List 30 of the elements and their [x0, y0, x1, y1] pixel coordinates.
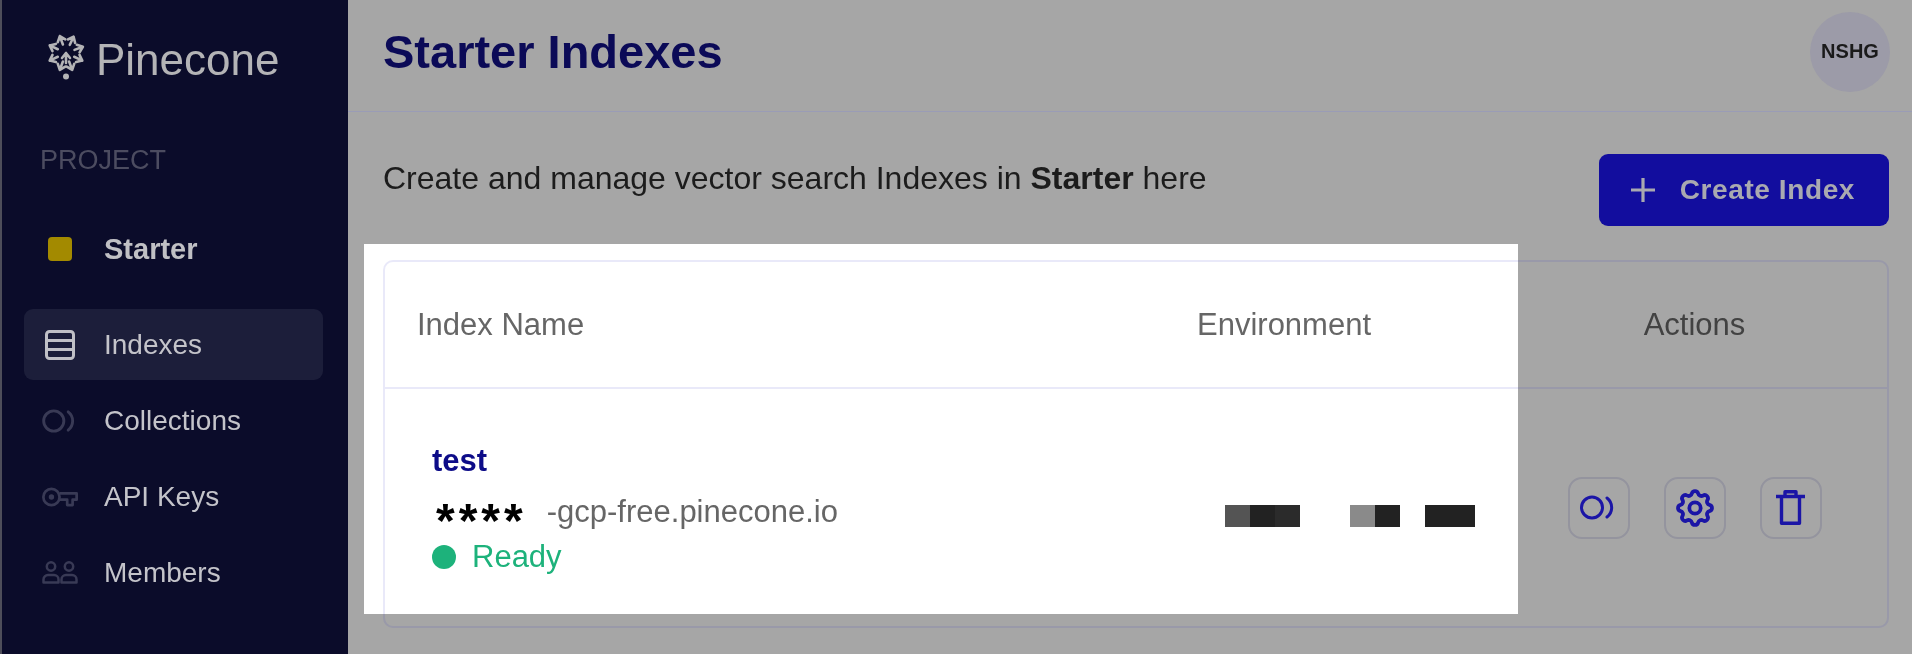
host-address: -gcp-free.pinecone.io: [546, 492, 838, 531]
logo-text: Pinecone: [96, 38, 280, 82]
sidebar-item[interactable]: Members: [24, 537, 323, 608]
settings-icon: [1674, 487, 1715, 528]
redaction-block: [1350, 505, 1400, 527]
section-label: PROJECT: [39, 144, 167, 176]
collection-button[interactable]: [1567, 476, 1630, 539]
page-description: Create and manage vector search Indexes in Starter here: [383, 159, 1207, 197]
key-icon: [42, 485, 78, 508]
project-name: Starter: [104, 232, 198, 266]
column-header: Environment: [1196, 305, 1373, 344]
settings-button[interactable]: [1663, 476, 1726, 539]
column-header: Actions: [1642, 305, 1747, 344]
masked-host-prefix: ****: [436, 502, 527, 521]
sidebar-item[interactable]: Indexes: [24, 309, 323, 380]
delete-button[interactable]: [1759, 476, 1822, 539]
project-swatch-icon: [48, 237, 72, 261]
index-name-link[interactable]: test: [432, 439, 488, 482]
page-title: Starter Indexes: [383, 24, 723, 79]
plus-icon: [1630, 178, 1655, 202]
column-header: Index Name: [416, 305, 586, 344]
trash-icon: [1776, 490, 1805, 525]
create-index-button[interactable]: Create Index: [1598, 154, 1889, 226]
sidebar-item[interactable]: API Keys: [24, 461, 323, 532]
user-avatar[interactable]: NSHG: [1810, 11, 1890, 92]
status-text: Ready: [472, 537, 562, 576]
table-rows-icon: [45, 329, 75, 360]
sidebar-item[interactable]: Collections: [24, 385, 323, 456]
people-icon: [42, 561, 78, 584]
redaction-block: [1425, 505, 1475, 527]
